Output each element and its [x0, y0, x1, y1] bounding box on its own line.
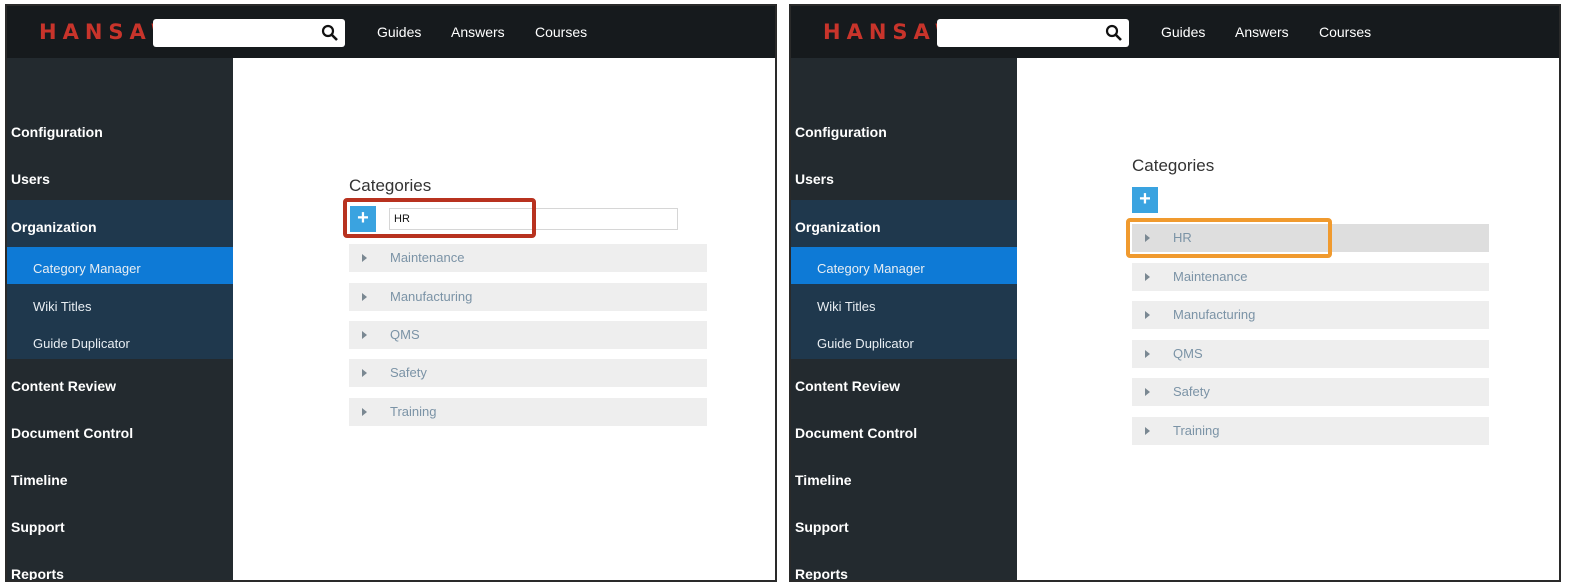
sidebar-item-category-manager[interactable]: Category Manager — [33, 261, 141, 276]
sidebar-item-users[interactable]: Users — [795, 171, 834, 187]
search-icon[interactable] — [1105, 24, 1123, 42]
top-navbar: HANSAW Guides Answers Courses — [7, 6, 775, 58]
sidebar-item-reports[interactable]: Reports — [795, 566, 848, 580]
category-row-qms[interactable]: QMS — [1132, 340, 1489, 368]
category-row-safety[interactable]: Safety — [1132, 378, 1489, 406]
search-icon[interactable] — [321, 24, 339, 42]
sidebar-item-organization[interactable]: Organization — [11, 219, 97, 235]
sidebar-item-timeline[interactable]: Timeline — [795, 472, 852, 488]
sidebar-item-users[interactable]: Users — [11, 171, 50, 187]
sidebar-item-content-review[interactable]: Content Review — [11, 378, 116, 394]
nav-answers[interactable]: Answers — [451, 24, 505, 40]
sidebar-item-reports[interactable]: Reports — [11, 566, 64, 580]
sidebar-item-document-control[interactable]: Document Control — [11, 425, 133, 441]
screenshot-panel-left: HANSAW Guides Answers Courses Configurat… — [5, 4, 777, 582]
top-navbar: HANSAW Guides Answers Courses — [791, 6, 1559, 58]
category-row-maintenance[interactable]: Maintenance — [349, 244, 707, 272]
expand-triangle-icon[interactable] — [1145, 427, 1150, 435]
expand-triangle-icon[interactable] — [362, 254, 367, 262]
expand-triangle-icon[interactable] — [1145, 350, 1150, 358]
sidebar-item-wiki-titles[interactable]: Wiki Titles — [817, 299, 876, 314]
search-input[interactable] — [153, 19, 345, 47]
sidebar-item-organization[interactable]: Organization — [795, 219, 881, 235]
sidebar: Configuration Users Organization Categor… — [7, 58, 233, 580]
category-row-maintenance[interactable]: Maintenance — [1132, 263, 1489, 291]
category-row-qms[interactable]: QMS — [349, 321, 707, 349]
expand-triangle-icon[interactable] — [1145, 311, 1150, 319]
sidebar-item-configuration[interactable]: Configuration — [11, 124, 103, 140]
input-highlight-box — [343, 198, 536, 238]
sidebar-item-guide-duplicator[interactable]: Guide Duplicator — [33, 336, 130, 351]
category-row-manufacturing[interactable]: Manufacturing — [1132, 301, 1489, 329]
category-row-manufacturing[interactable]: Manufacturing — [349, 283, 707, 311]
category-row-training[interactable]: Training — [1132, 417, 1489, 445]
nav-answers[interactable]: Answers — [1235, 24, 1289, 40]
sidebar: Configuration Users Organization Categor… — [791, 58, 1017, 580]
sidebar-item-wiki-titles[interactable]: Wiki Titles — [33, 299, 92, 314]
expand-triangle-icon[interactable] — [1145, 273, 1150, 281]
sidebar-item-content-review[interactable]: Content Review — [795, 378, 900, 394]
nav-courses[interactable]: Courses — [535, 24, 587, 40]
expand-triangle-icon[interactable] — [1145, 388, 1150, 396]
expand-triangle-icon[interactable] — [362, 293, 367, 301]
sidebar-item-support[interactable]: Support — [11, 519, 65, 535]
page-title: Categories — [1132, 156, 1215, 175]
category-row-safety[interactable]: Safety — [349, 359, 707, 387]
sidebar-item-category-manager[interactable]: Category Manager — [817, 261, 925, 276]
category-row-training[interactable]: Training — [349, 398, 707, 426]
expand-triangle-icon[interactable] — [362, 369, 367, 377]
add-category-button[interactable]: + — [1132, 187, 1158, 213]
expand-triangle-icon[interactable] — [362, 331, 367, 339]
screenshot-panel-right: HANSAW Guides Answers Courses Configurat… — [789, 4, 1561, 582]
nav-courses[interactable]: Courses — [1319, 24, 1371, 40]
sidebar-item-document-control[interactable]: Document Control — [795, 425, 917, 441]
sidebar-item-guide-duplicator[interactable]: Guide Duplicator — [817, 336, 914, 351]
nav-guides[interactable]: Guides — [377, 24, 421, 40]
expand-triangle-icon[interactable] — [362, 408, 367, 416]
sidebar-item-support[interactable]: Support — [795, 519, 849, 535]
page-title: Categories — [349, 176, 432, 195]
sidebar-item-configuration[interactable]: Configuration — [795, 124, 887, 140]
sidebar-item-timeline[interactable]: Timeline — [11, 472, 68, 488]
hr-row-highlight-box — [1126, 218, 1332, 258]
search-input[interactable] — [937, 19, 1129, 47]
nav-guides[interactable]: Guides — [1161, 24, 1205, 40]
